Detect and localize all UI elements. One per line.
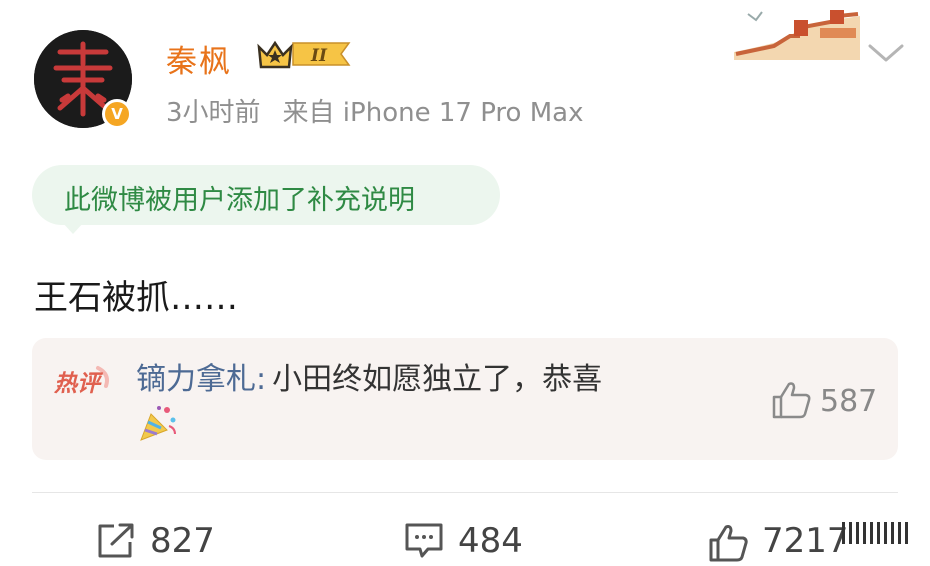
chevron-down-icon[interactable] [866, 40, 906, 66]
party-popper-emoji [137, 402, 179, 444]
hot-comment-author[interactable]: 镝力拿札 [136, 362, 256, 397]
hot-comment-tag: 热评 [52, 364, 118, 398]
level-badge-text: II [310, 46, 328, 66]
post-time: 3小时前 [166, 98, 261, 128]
note-pointer [62, 222, 84, 234]
post-meta: 3小时前 来自 iPhone 17 Pro Max [166, 92, 583, 129]
hot-comment-like-count: 587 [820, 384, 878, 419]
watermark-bars [840, 520, 912, 548]
share-count[interactable]: 827 [150, 521, 215, 561]
thumbs-up-icon[interactable] [708, 524, 748, 562]
post-text: 王石被抓…… [34, 278, 238, 318]
comment-count[interactable]: 484 [458, 521, 523, 561]
share-icon[interactable] [96, 522, 136, 560]
great-wall-decoration [734, 6, 860, 60]
hot-comment-colon: : [256, 362, 267, 397]
username[interactable]: 秦枫 [166, 36, 232, 81]
thumbs-up-icon[interactable] [770, 380, 812, 420]
hot-tag-text: 热评 [53, 371, 104, 397]
comment-icon[interactable] [404, 522, 444, 560]
post-source: 来自 iPhone 17 Pro Max [282, 98, 584, 128]
hot-comment-content: 镝力拿札: 小田终如愿独立了，恭喜 [136, 362, 756, 398]
hot-comment-text: 小田终如愿独立了，恭喜 [272, 362, 603, 397]
supplement-note-text[interactable]: 此微博被用户添加了补充说明 [64, 178, 415, 217]
like-count[interactable]: 7217 [762, 521, 849, 561]
divider [32, 492, 898, 493]
vip-crown-badge[interactable]: II [255, 37, 353, 71]
verified-badge: V [102, 99, 132, 129]
